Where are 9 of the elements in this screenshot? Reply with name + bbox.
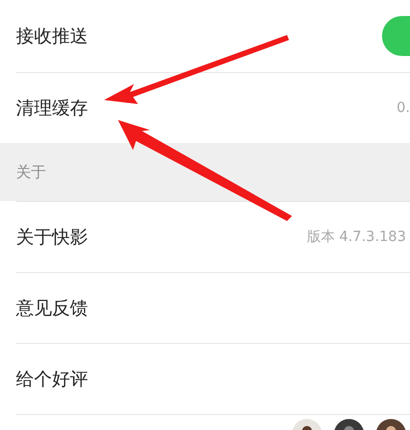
menu-item-label[interactable]: 意见反馈	[16, 296, 88, 320]
version-text: 版本 4.7.3.183	[306, 228, 406, 246]
setting-label: 接收推送	[16, 25, 88, 48]
section-header: 关于	[0, 143, 410, 201]
menu-item-label[interactable]: 给个好评	[16, 367, 88, 391]
setting-label: 清理缓存	[16, 97, 88, 120]
menu-item-label[interactable]: 关于快影	[16, 225, 88, 249]
cache-size: 0.	[396, 100, 410, 116]
toggle-switch[interactable]	[382, 16, 410, 56]
